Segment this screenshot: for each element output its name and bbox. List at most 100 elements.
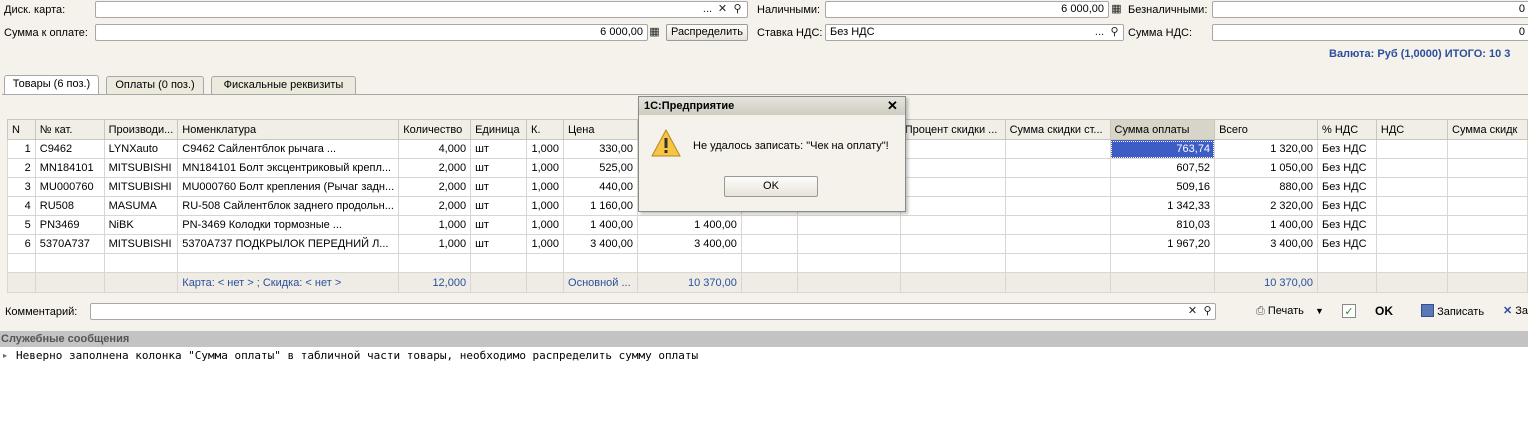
cell-cat[interactable]: PN3469 <box>34 215 105 235</box>
cell-empty[interactable] <box>1375 234 1449 254</box>
clear-icon[interactable]: ✕ <box>715 2 730 17</box>
cell-empty[interactable] <box>1447 215 1528 235</box>
cell-price[interactable]: 525,00 <box>563 158 638 178</box>
vat-rate-select[interactable]: Без НДС <box>825 24 1124 41</box>
distribute-button[interactable]: Распределить <box>666 24 748 41</box>
cell-nom[interactable]: RU-508 Сайлентблок заднего продольн... <box>177 196 400 216</box>
cell-empty[interactable] <box>1004 158 1111 178</box>
cell-pay[interactable]: 509,16 <box>1109 177 1216 197</box>
cell-empty[interactable] <box>899 139 1006 159</box>
cell-empty[interactable] <box>796 234 901 254</box>
calculator-icon[interactable]: ▦ <box>647 25 662 40</box>
cell-empty[interactable] <box>899 196 1006 216</box>
cell-cat[interactable]: RU508 <box>34 196 105 216</box>
cell-empty[interactable] <box>899 177 1006 197</box>
cell-k[interactable]: 1,000 <box>526 139 565 159</box>
cell-empty[interactable] <box>1004 234 1111 254</box>
cell-price[interactable]: 1 400,00 <box>563 215 638 235</box>
col-header-pay-sum[interactable]: Сумма оплаты <box>1109 119 1216 140</box>
cell-pay[interactable]: 607,52 <box>1109 158 1216 178</box>
dialog-ok-button[interactable]: OK <box>724 176 818 197</box>
cell-unit[interactable]: шт <box>470 177 528 197</box>
close-button[interactable]: ✕ За <box>1503 304 1528 317</box>
cell-empty[interactable] <box>1375 139 1449 159</box>
cell-cat[interactable]: C9462 <box>34 139 105 159</box>
cell-n[interactable]: 6 <box>7 234 36 254</box>
cell-vat_pct[interactable]: Без НДС <box>1317 139 1377 159</box>
cell-maker[interactable]: LYNXauto <box>103 139 179 159</box>
dropdown-arrow-icon[interactable]: ▼ <box>1315 306 1324 316</box>
cell-k[interactable]: 1,000 <box>526 158 565 178</box>
cell-maker[interactable]: NiBK <box>103 215 179 235</box>
tab-fiscal[interactable]: Фискальные реквизиты <box>211 76 356 94</box>
cell-unit[interactable]: шт <box>470 215 528 235</box>
cell-nom[interactable]: MN184101 Болт эксцентриковый крепл... <box>177 158 400 178</box>
select-dots-icon[interactable]: ... <box>700 2 715 17</box>
tab-goods[interactable]: Товары (6 поз.) <box>4 75 99 95</box>
cell-c9[interactable]: 1 400,00 <box>636 215 742 235</box>
cell-empty[interactable] <box>796 215 901 235</box>
search-icon[interactable]: ⚲ <box>1107 25 1122 40</box>
cell-qty[interactable]: 2,000 <box>398 196 472 216</box>
col-header-n[interactable]: N <box>7 119 36 140</box>
cell-k[interactable]: 1,000 <box>526 215 565 235</box>
cell-n[interactable]: 4 <box>7 196 36 216</box>
cell-vat_pct[interactable]: Без НДС <box>1317 177 1377 197</box>
cell-total[interactable]: 1 050,00 <box>1214 158 1319 178</box>
cell-qty[interactable]: 2,000 <box>398 158 472 178</box>
cell-price[interactable]: 3 400,00 <box>563 234 638 254</box>
noncash-field[interactable]: 0 <box>1212 1 1528 18</box>
cell-c9[interactable]: 3 400,00 <box>636 234 742 254</box>
cell-price[interactable]: 440,00 <box>563 177 638 197</box>
cell-n[interactable]: 1 <box>7 139 36 159</box>
expand-arrow-icon[interactable]: ▸ <box>3 351 7 360</box>
cell-total[interactable]: 880,00 <box>1214 177 1319 197</box>
clear-icon[interactable]: ✕ <box>1185 304 1200 319</box>
ok-button[interactable]: OK <box>1375 304 1393 318</box>
col-header-discount-sum[interactable]: Сумма скидки ст... <box>1004 119 1111 140</box>
cell-pay[interactable]: 1 342,33 <box>1109 196 1216 216</box>
col-header-vat[interactable]: НДС <box>1375 119 1449 140</box>
col-header-price[interactable]: Цена <box>563 119 638 140</box>
tab-payments[interactable]: Оплаты (0 поз.) <box>106 76 204 94</box>
col-header-total[interactable]: Всего <box>1214 119 1319 140</box>
cell-n[interactable]: 2 <box>7 158 36 178</box>
col-header-nomenclature[interactable]: Номенклатура <box>177 119 400 140</box>
comment-field[interactable] <box>90 303 1216 320</box>
cell-price[interactable]: 1 160,00 <box>563 196 638 216</box>
cell-qty[interactable]: 1,000 <box>398 234 472 254</box>
col-header-unit[interactable]: Единица <box>470 119 528 140</box>
cell-nom[interactable]: PN-3469 Колодки тормозные ... <box>177 215 400 235</box>
calculator-icon[interactable]: ▦ <box>1109 2 1124 17</box>
col-header-k[interactable]: К. <box>526 119 565 140</box>
cell-empty[interactable] <box>1447 139 1528 159</box>
cell-maker[interactable]: MASUMA <box>103 196 179 216</box>
cell-empty[interactable] <box>1004 177 1111 197</box>
vat-sum-field[interactable]: 0 <box>1212 24 1528 41</box>
cell-total[interactable]: 1 400,00 <box>1214 215 1319 235</box>
cell-total[interactable]: 2 320,00 <box>1214 196 1319 216</box>
col-header-maker[interactable]: Производи... <box>103 119 179 140</box>
cell-empty[interactable] <box>899 215 1006 235</box>
cell-k[interactable]: 1,000 <box>526 196 565 216</box>
cell-cat[interactable]: MN184101 <box>34 158 105 178</box>
cell-empty[interactable] <box>740 215 798 235</box>
cell-vat_pct[interactable]: Без НДС <box>1317 158 1377 178</box>
cell-nom[interactable]: C9462 Сайлентблок рычага ... <box>177 139 400 159</box>
cell-qty[interactable]: 1,000 <box>398 215 472 235</box>
cell-maker[interactable]: MITSUBISHI <box>103 177 179 197</box>
disc-card-field[interactable] <box>95 1 748 18</box>
cell-k[interactable]: 1,000 <box>526 234 565 254</box>
cell-cat[interactable]: 5370A737 <box>34 234 105 254</box>
cell-empty[interactable] <box>1375 215 1449 235</box>
search-icon[interactable]: ⚲ <box>730 2 745 17</box>
cell-nom[interactable]: 5370A737 ПОДКРЫЛОК ПЕРЕДНИЙ Л... <box>177 234 400 254</box>
cell-price[interactable]: 330,00 <box>563 139 638 159</box>
table-row[interactable]: 6 5370A737 MITSUBISHI 5370A737 ПОДКРЫЛОК ПЕ… <box>7 234 1528 254</box>
col-header-discount-pct[interactable]: Процент скидки ... <box>899 119 1006 140</box>
cell-empty[interactable] <box>1447 234 1528 254</box>
cell-unit[interactable]: шт <box>470 234 528 254</box>
col-header-discount-sum2[interactable]: Сумма скидк <box>1447 119 1528 140</box>
col-header-qty[interactable]: Количество <box>398 119 472 140</box>
print-button[interactable]: ⎙ Печать ▼ <box>1256 304 1324 319</box>
